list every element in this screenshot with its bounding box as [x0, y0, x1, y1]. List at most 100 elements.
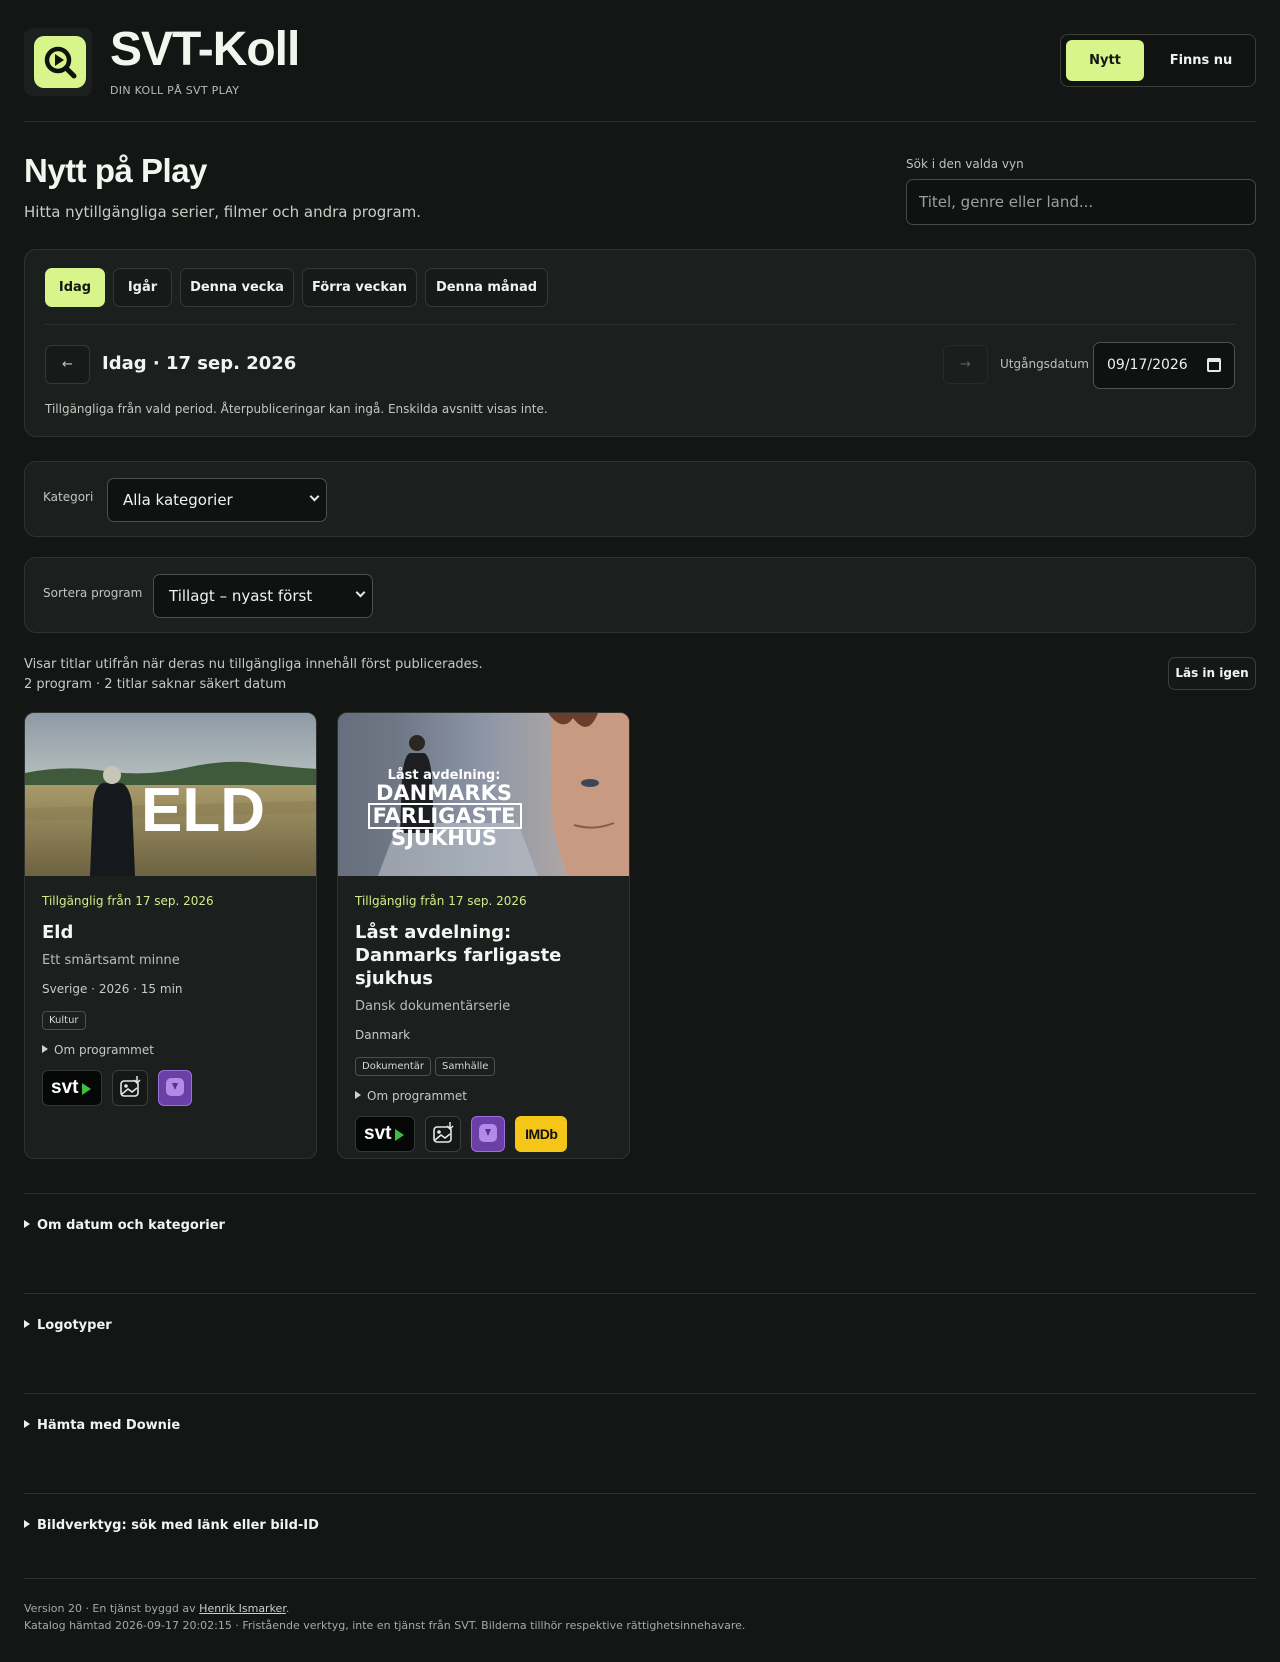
tag: Samhälle — [435, 1057, 496, 1076]
previous-period-button[interactable]: ← — [45, 345, 90, 384]
accordion-label: Logotyper — [37, 1318, 112, 1333]
accordion-label: Bildverktyg: sök med länk eller bild-ID — [37, 1518, 319, 1533]
tab-idag[interactable]: Idag — [45, 268, 105, 307]
disclosure-triangle-icon — [42, 1045, 48, 1053]
accordion-label: Om datum och kategorier — [37, 1218, 225, 1233]
svt-play-link[interactable]: svt — [355, 1116, 415, 1152]
logo[interactable] — [24, 28, 92, 96]
divider — [24, 1393, 1256, 1394]
svt-play-link[interactable]: svt — [42, 1070, 102, 1106]
next-period-button[interactable]: → — [943, 345, 988, 384]
program-title[interactable]: Låst avdelning: Danmarks farligaste sjuk… — [355, 921, 612, 990]
accordion-om-datum[interactable]: Om datum och kategorier — [24, 1218, 225, 1233]
accordion-logotyper[interactable]: Logotyper — [24, 1318, 112, 1333]
expiry-date-input[interactable]: 09/17/2026 — [1093, 342, 1235, 389]
tag-list: Kultur — [42, 1008, 299, 1030]
program-title[interactable]: Eld — [42, 921, 299, 944]
disclosure-triangle-icon — [24, 1320, 30, 1328]
author-link[interactable]: Henrik Ismarker — [199, 1602, 286, 1615]
program-thumbnail[interactable]: ELD — [25, 713, 316, 876]
program-card[interactable]: Låst avdelning: DANMARKS FARLIGASTE SJUK… — [337, 712, 630, 1159]
calendar-icon[interactable] — [1207, 358, 1221, 372]
period-note: Tillgängliga från vald period. Återpubli… — [45, 402, 548, 416]
divider — [24, 1193, 1256, 1194]
category-select[interactable]: Alla kategorier — [107, 478, 327, 522]
footer-prefix: Version 20 · En tjänst byggd av — [24, 1602, 200, 1615]
image-download-icon — [120, 1076, 141, 1097]
download-arrow-icon — [485, 1129, 492, 1136]
page: SVT-Koll DIN KOLL PÅ SVT PLAY Nytt Finns… — [0, 0, 1280, 1662]
accordion-bildverktyg[interactable]: Bildverktyg: sök med länk eller bild-ID — [24, 1518, 319, 1533]
category-selected: Alla kategorier — [123, 491, 233, 509]
image-search-link[interactable] — [425, 1116, 462, 1152]
tab-igar[interactable]: Igår — [113, 268, 172, 307]
disclosure-triangle-icon — [24, 1220, 30, 1228]
expiry-date-value: 09/17/2026 — [1107, 357, 1188, 373]
about-label: Om programmet — [54, 1043, 154, 1057]
tab-denna-manad[interactable]: Denna månad — [425, 268, 548, 307]
tab-forra-veckan[interactable]: Förra veckan — [302, 268, 417, 307]
program-image: Låst avdelning: DANMARKS FARLIGASTE SJUK… — [338, 713, 629, 876]
availability-date: Tillgänglig från 17 sep. 2026 — [355, 894, 527, 908]
divider — [24, 1493, 1256, 1494]
program-thumbnail[interactable]: Låst avdelning: DANMARKS FARLIGASTE SJUK… — [338, 713, 629, 876]
play-icon — [395, 1129, 404, 1141]
results-count: 2 program · 2 titlar saknar säkert datum — [24, 677, 287, 692]
about-label: Om programmet — [367, 1089, 467, 1103]
expiry-date-label: Utgångsdatum — [1000, 357, 1089, 371]
category-panel: Kategori Alla kategorier — [24, 461, 1256, 537]
logo-badge — [34, 36, 86, 88]
imdb-link[interactable]: IMDb — [515, 1116, 568, 1152]
downie-link[interactable] — [471, 1116, 506, 1152]
program-meta: Danmark — [355, 1028, 411, 1042]
accordion-downie[interactable]: Hämta med Downie — [24, 1418, 180, 1433]
image-download-icon — [433, 1122, 454, 1143]
svt-logo-text: svt — [364, 1123, 392, 1144]
download-arrow-icon — [172, 1083, 179, 1090]
reload-button[interactable]: Läs in igen — [1168, 657, 1256, 690]
svg-text:FARLIGASTE: FARLIGASTE — [373, 804, 516, 828]
downie-link[interactable] — [158, 1070, 193, 1106]
view-switcher: Nytt Finns nu — [1060, 34, 1256, 87]
program-card[interactable]: ELD Tillgänglig från 17 sep. 2026 Eld Et… — [24, 712, 317, 1159]
tab-denna-vecka[interactable]: Denna vecka — [180, 268, 294, 307]
footer-suffix: . — [285, 1602, 290, 1615]
svg-text:DANMARKS: DANMARKS — [376, 781, 512, 805]
accordion-label: Hämta med Downie — [37, 1418, 181, 1433]
program-links: svt — [42, 1070, 299, 1106]
program-subtitle: Ett smärtsamt minne — [42, 953, 180, 968]
tag: Kultur — [42, 1011, 86, 1030]
site-header: SVT-Koll DIN KOLL PÅ SVT PLAY Nytt Finns… — [24, 0, 1256, 122]
search-label: Sök i den valda vyn — [906, 157, 1024, 171]
divider — [24, 1293, 1256, 1294]
tag-list: Dokumentär Samhälle — [355, 1054, 612, 1076]
sort-select[interactable]: Tillagt – nyast först — [153, 574, 373, 618]
divider — [24, 1578, 1256, 1579]
brand-subtitle: DIN KOLL PÅ SVT PLAY — [110, 84, 240, 97]
svg-text:SJUKHUS: SJUKHUS — [391, 826, 497, 850]
image-search-link[interactable] — [112, 1070, 149, 1106]
sort-selected: Tillagt – nyast först — [169, 587, 313, 605]
page-lede: Hitta nytillgängliga serier, filmer och … — [24, 203, 422, 221]
sort-label: Sortera program — [43, 586, 143, 600]
disclosure-triangle-icon — [24, 1420, 30, 1428]
thumbnail-title-text: ELD — [141, 776, 265, 845]
about-program-toggle[interactable]: Om programmet — [355, 1089, 612, 1103]
search-input[interactable] — [906, 179, 1256, 225]
current-period: Idag · 17 sep. 2026 — [102, 353, 297, 374]
chevron-down-icon — [309, 491, 320, 502]
nav-nytt-button[interactable]: Nytt — [1066, 40, 1144, 81]
program-subtitle: Dansk dokumentärserie — [355, 999, 511, 1014]
nav-finns-nu-button[interactable]: Finns nu — [1153, 40, 1249, 81]
disclosure-triangle-icon — [355, 1091, 361, 1099]
about-program-toggle[interactable]: Om programmet — [42, 1043, 299, 1057]
results-info: Visar titlar utifrån när deras nu tillgä… — [24, 657, 483, 672]
period-panel: Idag Igår Denna vecka Förra veckan Denna… — [24, 249, 1256, 437]
disclosure-triangle-icon — [24, 1520, 30, 1528]
program-meta: Sverige · 2026 · 15 min — [42, 982, 183, 996]
footer-version: Version 20 · En tjänst byggd av Henrik I… — [24, 1602, 289, 1615]
page-title: Nytt på Play — [24, 152, 207, 189]
brand-title: SVT-Koll — [110, 23, 300, 76]
footer-disclaimer: Katalog hämtad 2026-09-17 20:02:15 · Fri… — [24, 1619, 746, 1632]
magnifier-play-icon — [44, 46, 77, 79]
